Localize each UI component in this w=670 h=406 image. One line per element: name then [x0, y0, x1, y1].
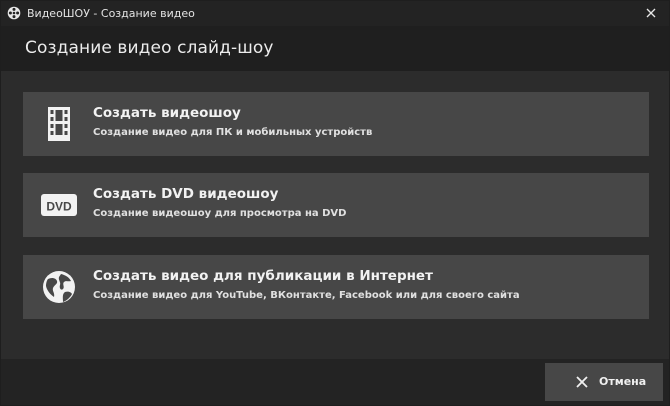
app-film-reel-icon	[7, 6, 21, 20]
option-subtitle: Создание видеошоу для просмотра на DVD	[93, 208, 347, 219]
create-internet-video-option[interactable]: Создать видео для публикации в Интернет …	[23, 255, 649, 319]
film-strip-icon	[48, 107, 70, 141]
option-subtitle: Создание видео для YouTube, ВКонтакте, F…	[93, 290, 520, 301]
option-subtitle: Создание видео для ПК и мобильных устрой…	[93, 127, 373, 138]
cancel-button[interactable]: Отмена	[545, 363, 663, 401]
page-title: Создание видео слайд-шоу	[25, 38, 274, 58]
window-title: ВидеоШОУ - Создание видео	[27, 7, 195, 20]
close-icon	[576, 376, 588, 388]
options-panel: Создать видеошоу Создание видео для ПК и…	[1, 71, 669, 359]
dvd-icon: DVD	[41, 194, 77, 216]
dialog-footer: Отмена	[1, 359, 669, 405]
create-dvd-videoshow-option[interactable]: DVD Создать DVD видеошоу Создание видеош…	[23, 173, 649, 237]
close-icon[interactable]	[643, 5, 659, 21]
dialog-window: ВидеоШОУ - Создание видео Создание видео…	[0, 0, 670, 406]
dvd-icon-text: DVD	[46, 200, 72, 214]
option-title: Создать видео для публикации в Интернет	[93, 268, 433, 284]
dialog-header: Создание видео слайд-шоу	[1, 26, 669, 71]
title-bar[interactable]: ВидеоШОУ - Создание видео	[1, 1, 669, 26]
create-videoshow-option[interactable]: Создать видеошоу Создание видео для ПК и…	[23, 92, 649, 156]
option-title: Создать DVD видеошоу	[93, 186, 279, 202]
option-title: Создать видеошоу	[93, 105, 241, 121]
globe-icon	[43, 271, 75, 303]
cancel-button-label: Отмена	[599, 375, 647, 388]
